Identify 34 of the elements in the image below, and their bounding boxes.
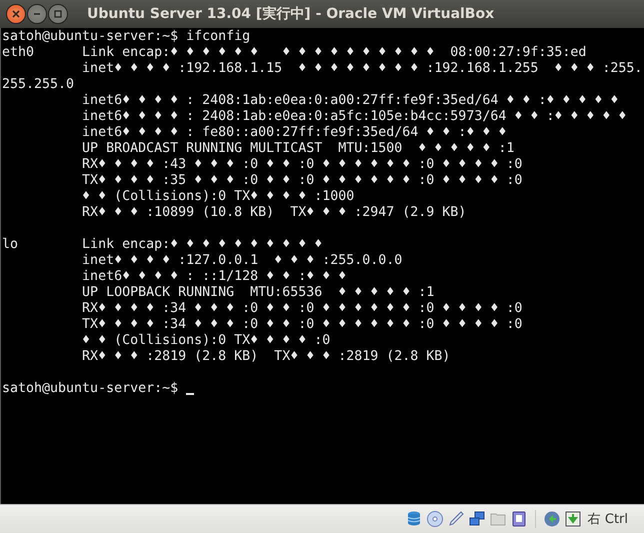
window-title: Ubuntu Server 13.04 [実行中] - Oracle VM VirtualBox xyxy=(87,5,494,23)
terminal-line: inet6♦ ♦ ♦ ♦ : 2408:1ab:e0ea:0:a5fc:105e:b4cc:5973/64 ♦ ♦ :♦ ♦ ♦ ♦ ♦ xyxy=(81,109,628,125)
terminal-line: RX♦ ♦ ♦ ♦ :43 ♦ ♦ ♦ :0 ♦ ♦ :0 ♦ ♦ ♦ ♦ ♦ ♦ :0 ♦ ♦ ♦ ♦ :0 xyxy=(81,157,524,173)
terminal-line: RX♦ ♦ ♦ :2819 (2.8 KB) TX♦ ♦ ♦ :2819 (2.8 KB) xyxy=(81,349,452,365)
network-icon[interactable] xyxy=(468,510,486,528)
terminal-line: UP BROADCAST RUNNING MULTICAST MTU:1500 ♦ ♦ ♦ ♦ ♦ :1 xyxy=(81,141,516,157)
text-cursor xyxy=(186,393,194,395)
terminal-line: inet6♦ ♦ ♦ ♦ : fe80::a00:27ff:fe9f:35ed/64 ♦ ♦ :♦ ♦ ♦ xyxy=(81,125,508,141)
minimize-icon xyxy=(33,10,41,18)
close-icon xyxy=(12,10,20,18)
terminal-line: lo Link encap:♦ ♦ ♦ ♦ ♦ ♦ ♦ ♦ ♦ ♦ xyxy=(2,237,324,253)
minimize-button[interactable] xyxy=(27,4,47,24)
terminal-prompt: satoh@ubuntu-server:~$ xyxy=(2,381,180,397)
terminal-line: ♦ ♦ (Collisions):0 TX♦ ♦ ♦ ♦ :1000 xyxy=(81,189,356,205)
terminal-line: TX♦ ♦ ♦ ♦ :34 ♦ ♦ ♦ :0 ♦ ♦ :0 ♦ ♦ ♦ ♦ ♦ ♦ :0 ♦ ♦ ♦ ♦ :0 xyxy=(81,317,524,333)
terminal-line: inet♦ ♦ ♦ ♦ :127.0.0.1 ♦ ♦ ♦ :255.0.0.0 xyxy=(81,253,404,269)
terminal-line: 255.255.0 xyxy=(2,77,76,93)
maximize-icon xyxy=(54,10,62,18)
close-button[interactable] xyxy=(6,4,26,24)
terminal-line: eth0 Link encap:♦ ♦ ♦ ♦ ♦ ♦ ♦ ♦ ♦ ♦ ♦ ♦ ♦ ♦ ♦ ♦ 08:00:27:9f:35:ed xyxy=(2,45,588,61)
terminal-line: TX♦ ♦ ♦ ♦ :35 ♦ ♦ ♦ :0 ♦ ♦ :0 ♦ ♦ ♦ ♦ ♦ ♦ :0 ♦ ♦ ♦ ♦ :0 xyxy=(81,173,524,189)
terminal-line: inet6♦ ♦ ♦ ♦ : 2408:1ab:e0ea:0:a00:27ff:fe9f:35ed/64 ♦ ♦ :♦ ♦ ♦ ♦ ♦ xyxy=(81,93,620,109)
download-box-icon[interactable] xyxy=(564,510,582,528)
terminal-line: RX♦ ♦ ♦ :10899 (10.8 KB) TX♦ ♦ ♦ :2947 (2.9 KB) xyxy=(81,205,468,221)
terminal-line: ♦ ♦ (Collisions):0 TX♦ ♦ ♦ ♦ :0 xyxy=(81,333,332,349)
maximize-button[interactable] xyxy=(48,4,68,24)
host-key-label: 右 Ctrl xyxy=(588,511,628,528)
terminal-line: RX♦ ♦ ♦ ♦ :34 ♦ ♦ ♦ :0 ♦ ♦ :0 ♦ ♦ ♦ ♦ ♦ ♦ :0 ♦ ♦ ♦ ♦ :0 xyxy=(81,301,524,317)
terminal-line: inet♦ ♦ ♦ ♦ :192.168.1.15 ♦ ♦ ♦ ♦ ♦ ♦ ♦ ♦ :192.168.1.255 ♦ ♦ ♦ :255. xyxy=(81,61,644,77)
optical-disc-icon[interactable] xyxy=(426,510,444,528)
terminal-line: inet6♦ ♦ ♦ ♦ : ::1/128 ♦ ♦ :♦ ♦ ♦ xyxy=(81,269,348,285)
terminal-line: UP LOOPBACK RUNNING MTU:65536 ♦ ♦ ♦ ♦ ♦ :1 xyxy=(81,285,436,301)
terminal-line: satoh@ubuntu-server:~$ ifconfig xyxy=(2,29,252,45)
video-capture-icon[interactable] xyxy=(510,510,528,528)
